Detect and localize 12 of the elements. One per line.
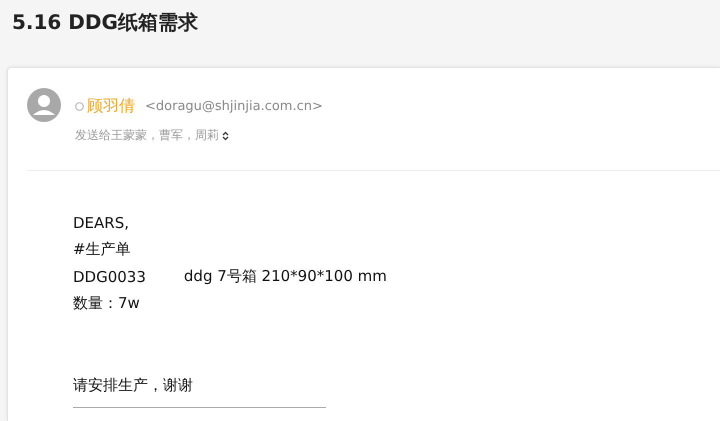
email-subject: 5.16 DDG纸箱需求: [12, 9, 198, 35]
recipients-text: 发送给王蒙蒙，曹军，周莉: [75, 127, 219, 144]
body-text: 请安排生产，谢谢: [73, 376, 193, 395]
body-text: ddg 7号箱 210*90*100 mm: [184, 267, 387, 286]
body-text: 数量：7w: [73, 294, 140, 313]
avatar-icon: [27, 88, 61, 122]
sender-email: <doragu@shjinjia.com.cn>: [145, 99, 323, 114]
body-text: DDG0033: [73, 268, 146, 286]
sender-name[interactable]: 顾羽倩: [87, 96, 135, 117]
body-text: DEARS,: [73, 214, 130, 232]
body-text: #生产单: [73, 240, 131, 259]
expand-icon[interactable]: [222, 130, 229, 140]
